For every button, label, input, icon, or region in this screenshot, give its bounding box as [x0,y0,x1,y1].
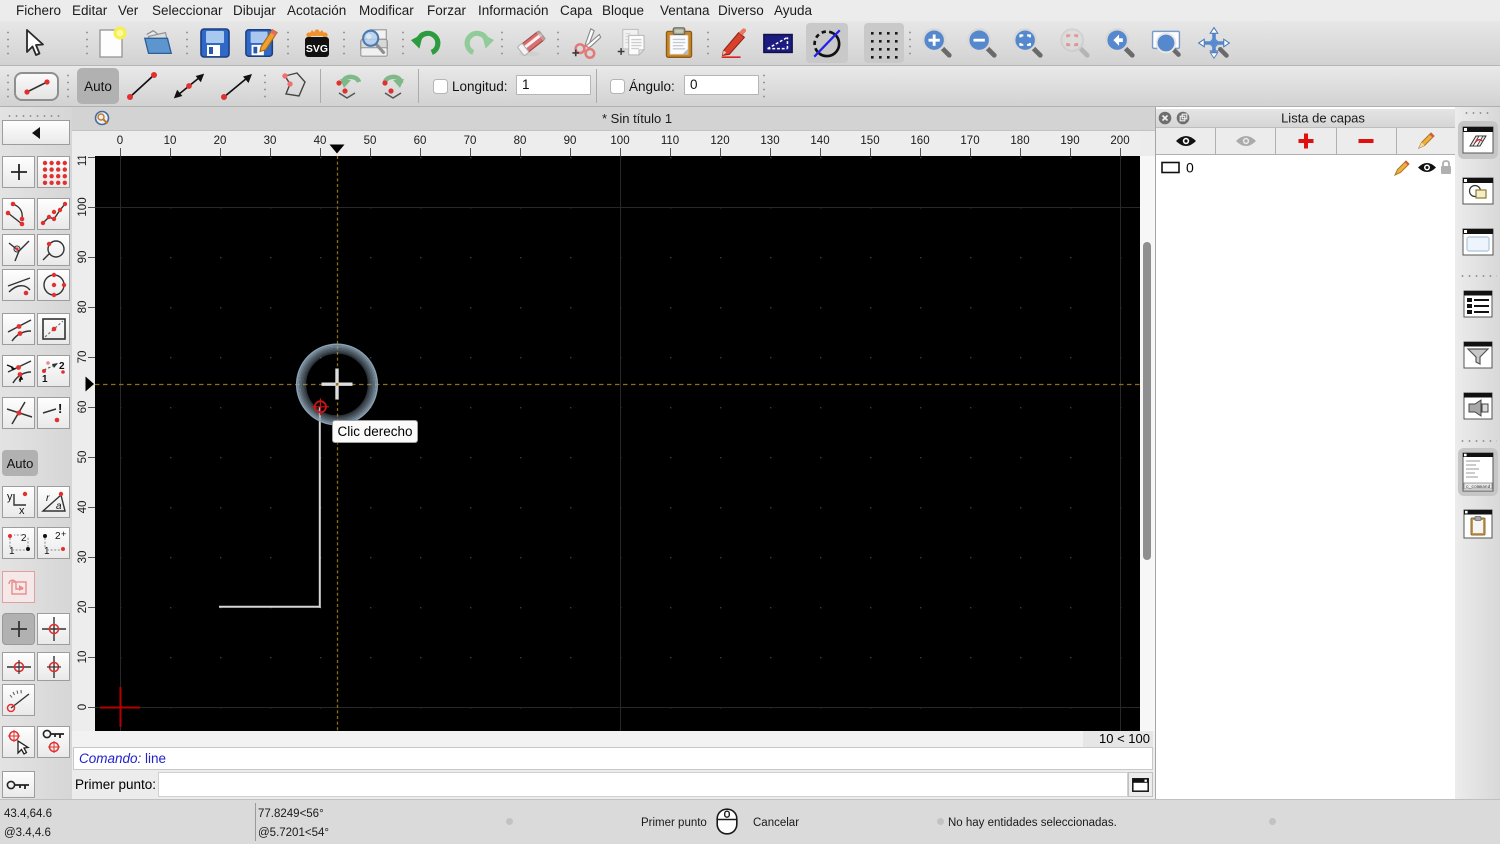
svg-text:2: 2 [59,361,65,372]
svg-text:SVG: SVG [306,43,328,55]
svg-text:+: + [61,529,66,539]
svg-text:10: 10 [77,651,89,664]
svg-text:Lista de capas: Lista de capas [1281,111,1365,126]
svg-text:80: 80 [514,135,527,147]
svg-text:70: 70 [77,351,89,364]
svg-text:170: 170 [960,135,979,147]
svg-text:50: 50 [77,451,89,464]
svg-text:110: 110 [661,135,679,147]
svg-text:130: 130 [760,135,779,147]
svg-text:200: 200 [1110,135,1129,147]
svg-text:1: 1 [42,374,48,384]
svg-text:160: 160 [910,135,929,147]
svg-text:c_command: c_command [1466,484,1491,490]
svg-text:60: 60 [77,401,89,414]
svg-text:100: 100 [77,197,89,216]
svg-text:10: 10 [164,135,177,147]
svg-text:50: 50 [364,135,377,147]
svg-text:100: 100 [610,135,629,147]
svg-text:60: 60 [414,135,427,147]
svg-text:x: x [19,505,25,516]
svg-text:30: 30 [264,135,277,147]
svg-text:80: 80 [77,301,89,314]
svg-text:20: 20 [214,135,227,147]
svg-text:a: a [56,501,62,512]
svg-text:150: 150 [860,135,879,147]
svg-text:90: 90 [564,135,577,147]
svg-text:0: 0 [1186,160,1194,176]
svg-text:40: 40 [314,135,327,147]
svg-text:180: 180 [1010,135,1029,147]
svg-text:30: 30 [77,551,89,564]
svg-text:r: r [46,493,50,504]
svg-text:90: 90 [77,251,89,264]
svg-text:1: 1 [9,546,15,557]
svg-text:140: 140 [810,135,829,147]
svg-text:120: 120 [710,135,729,147]
svg-text:!: ! [58,401,62,416]
svg-text:0: 0 [77,704,89,710]
svg-text:y: y [7,491,13,503]
svg-text:110: 110 [77,156,89,166]
svg-text:70: 70 [464,135,477,147]
svg-text:0: 0 [117,135,123,147]
svg-text:190: 190 [1060,135,1079,147]
svg-text:1: 1 [44,546,50,557]
svg-text:40: 40 [77,501,89,514]
svg-text:20: 20 [77,601,89,614]
